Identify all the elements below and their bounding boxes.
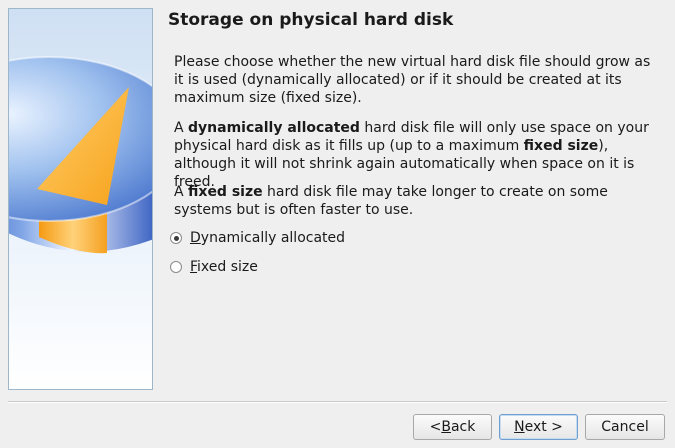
radio-fixed-size[interactable]: Fixed size bbox=[170, 257, 258, 277]
dynamic-description: A dynamically allocated hard disk file w… bbox=[174, 120, 649, 190]
radio-checked-icon[interactable] bbox=[170, 232, 182, 244]
page-title: Storage on physical hard disk bbox=[168, 10, 454, 30]
radio-label: Fixed size bbox=[190, 259, 258, 275]
next-button[interactable]: Next > bbox=[499, 414, 578, 440]
fixed-description: A fixed size hard disk file may take lon… bbox=[174, 184, 608, 218]
hard-disk-graphic bbox=[9, 9, 152, 389]
radio-label: Dynamically allocated bbox=[190, 230, 346, 246]
hard-disk-illustration-icon bbox=[8, 8, 153, 390]
intro-text: Please choose whether the new virtual ha… bbox=[174, 54, 651, 106]
radio-dynamically-allocated[interactable]: Dynamically allocated bbox=[170, 228, 345, 248]
radio-unchecked-icon[interactable] bbox=[170, 261, 182, 273]
back-button[interactable]: < Back bbox=[413, 414, 492, 440]
button-divider bbox=[8, 401, 667, 403]
cancel-button[interactable]: Cancel bbox=[585, 414, 665, 440]
